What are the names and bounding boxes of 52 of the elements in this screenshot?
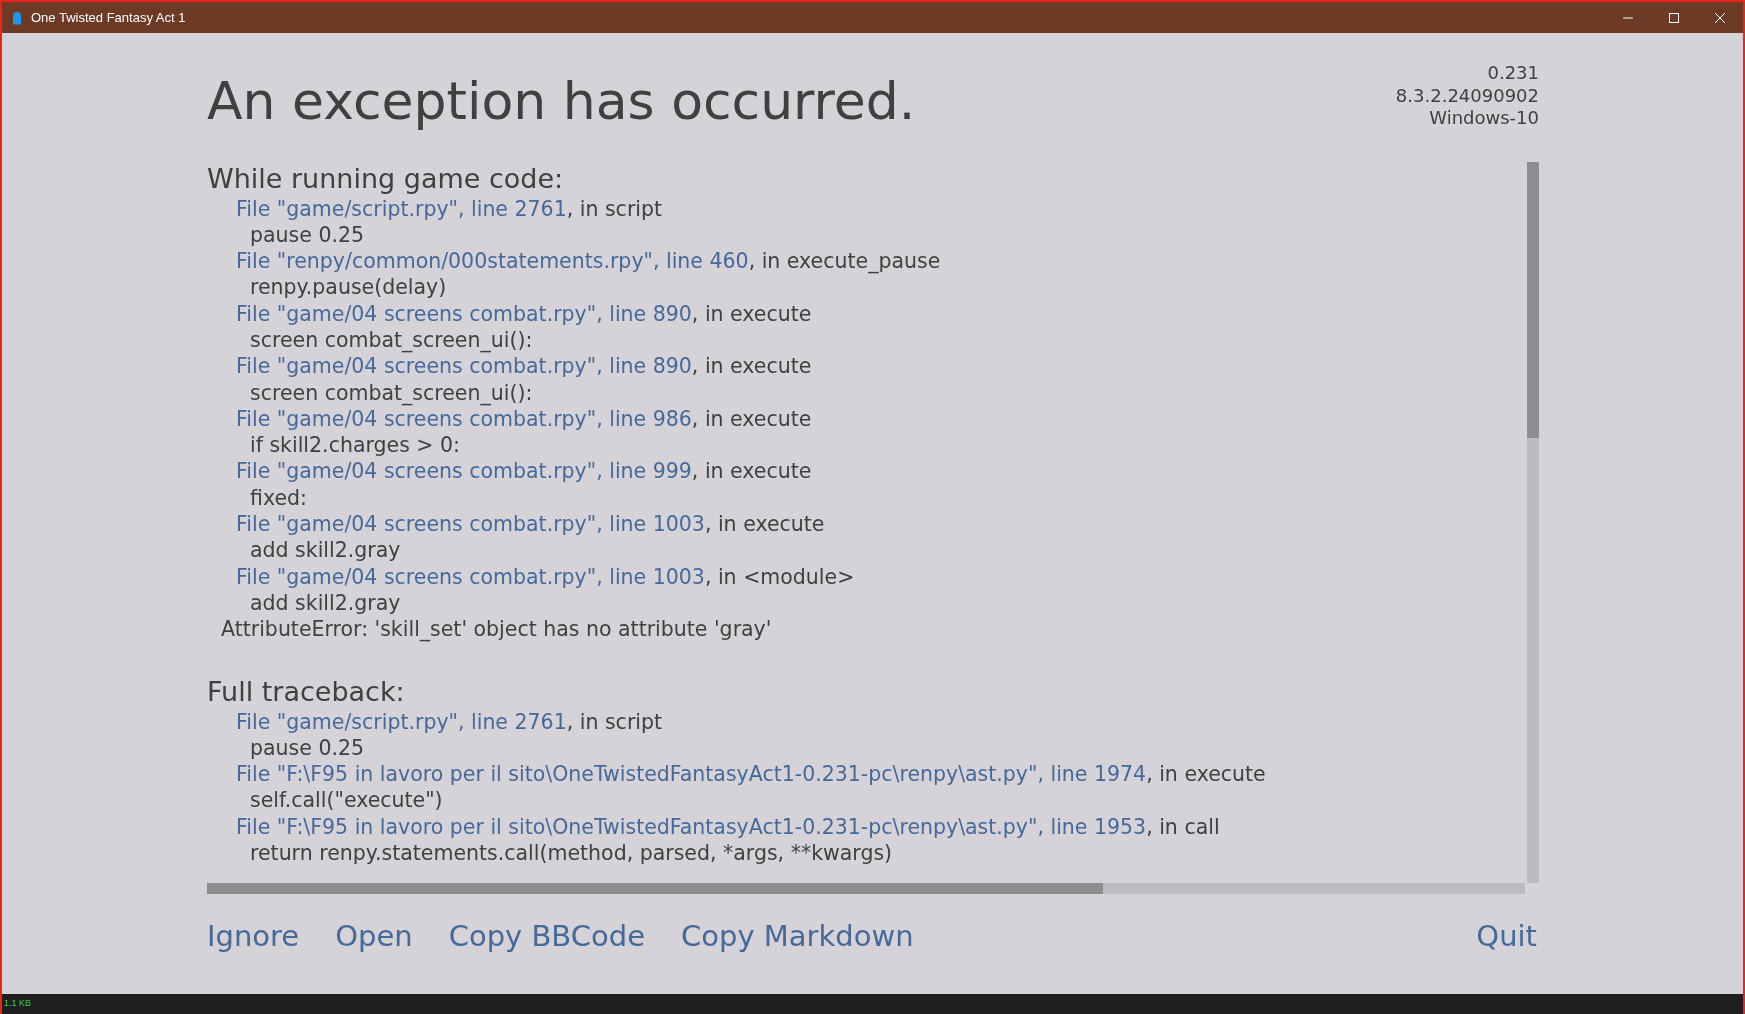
network-speed: 1.1 KB — [4, 997, 32, 1011]
file-link[interactable]: File "F:\F95 in lavoro per il sito\OneTwistedFantasyAct1-0.231-pc\renpy\ast.py", line 1953 — [236, 814, 1147, 839]
action-button[interactable]: Ignore — [207, 914, 300, 958]
traceback-location: , in execute — [704, 512, 825, 537]
code-line: screen combat_screen_ui(): — [249, 379, 534, 406]
horizontal-scrollbar[interactable] — [207, 882, 1525, 894]
file-link[interactable]: File "renpy/common/000statements.rpy", line 460 — [236, 249, 749, 274]
code-line: renpy.pause(delay) — [249, 274, 448, 301]
version-text: Windows-10 — [1429, 107, 1539, 130]
code-line: pause 0.25 — [249, 221, 366, 249]
traceback-location: , in script — [566, 196, 663, 221]
traceback-location: , in script — [566, 709, 663, 734]
file-link[interactable]: File "game/04 screens combat.rpy", line 890 — [236, 354, 692, 379]
action-button[interactable]: Copy BBCode — [448, 914, 645, 958]
code-line: pause 0.25 — [249, 734, 366, 762]
file-link[interactable]: File "game/04 screens combat.rpy", line 999 — [236, 459, 692, 484]
code-line: return renpy.statements.call(method, parsed, *args, **kwargs) — [249, 840, 894, 867]
vertical-scrollbar[interactable] — [1527, 161, 1539, 883]
traceback-location: , in execute — [1146, 762, 1266, 787]
maximize-icon — [1669, 12, 1679, 23]
section-title: Full traceback: — [207, 674, 406, 709]
quit-button[interactable]: Quit — [1476, 914, 1537, 958]
code-line: add skill2.gray — [249, 537, 402, 564]
traceback-location: , in execute — [691, 406, 812, 431]
app-icon — [11, 9, 23, 26]
traceback-location: , in call — [1146, 814, 1220, 839]
version-text: 0.231 — [1487, 62, 1539, 85]
traceback-location: , in execute — [691, 301, 812, 326]
version-text: 8.3.2.24090902 — [1395, 84, 1539, 107]
traceback-location: , in <module> — [704, 564, 855, 589]
file-link[interactable]: File "game/04 screens combat.rpy", line 890 — [236, 301, 692, 326]
action-button[interactable]: Open — [335, 914, 413, 958]
section-title: While running game code: — [207, 161, 565, 196]
file-link[interactable]: File "F:\F95 in lavoro per il sito\OneTwistedFantasyAct1-0.231-pc\renpy\ast.py", line 1974 — [236, 762, 1147, 787]
code-line: screen combat_screen_ui(): — [249, 327, 534, 354]
traceback-location: , in execute — [691, 354, 812, 379]
file-link[interactable]: File "game/04 screens combat.rpy", line 1003 — [236, 564, 705, 589]
close-icon — [1715, 12, 1725, 23]
error-message: AttributeError: 'skill_set' object has no attribute 'gray' — [220, 616, 773, 643]
file-link[interactable]: File "game/04 screens combat.rpy", line 1003 — [236, 512, 705, 537]
file-link[interactable]: File "game/script.rpy", line 2761 — [236, 709, 567, 734]
file-link[interactable]: File "game/04 screens combat.rpy", line 986 — [236, 406, 692, 431]
error-heading: An exception has occurred. — [207, 75, 916, 130]
traceback-location: , in execute_pause — [748, 249, 941, 274]
file-link[interactable]: File "game/script.rpy", line 2761 — [236, 196, 567, 221]
code-line: fixed: — [249, 484, 308, 512]
traceback-location: , in execute — [691, 459, 812, 484]
action-button[interactable]: Copy Markdown — [681, 914, 914, 958]
code-line: add skill2.gray — [249, 589, 402, 617]
code-line: self.call("execute") — [249, 787, 444, 814]
code-line: if skill2.charges > 0: — [249, 432, 461, 459]
window-title: One Twisted Fantasy Act 1 — [31, 8, 186, 27]
